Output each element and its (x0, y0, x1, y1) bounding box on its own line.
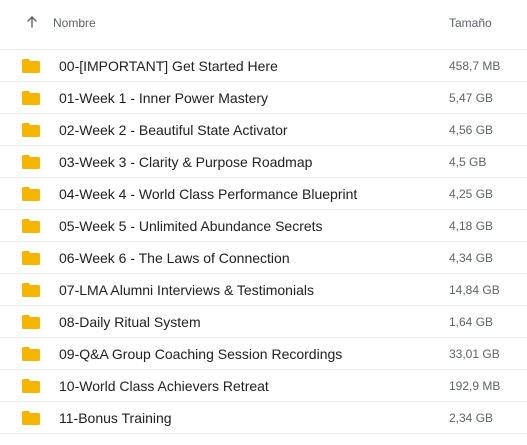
folder-icon (22, 411, 40, 425)
file-name[interactable]: 04-Week 4 - World Class Performance Blue… (59, 186, 357, 202)
file-size: 4,25 GB (449, 187, 494, 201)
file-size: 458,7 MB (449, 59, 501, 73)
folder-icon (22, 251, 40, 265)
file-size: 192,9 MB (449, 379, 501, 393)
table-row[interactable]: 01-Week 1 - Inner Power Mastery 5,47 GB (0, 82, 527, 114)
table-row[interactable]: 05-Week 5 - Unlimited Abundance Secrets 4… (0, 210, 527, 242)
table-row[interactable]: 09-Q&A Group Coaching Session Recordings… (0, 338, 527, 370)
table-row[interactable]: 04-Week 4 - World Class Performance Blue… (0, 178, 527, 210)
folder-icon (22, 155, 40, 169)
file-name[interactable]: 05-Week 5 - Unlimited Abundance Secrets (59, 218, 323, 234)
table-row[interactable]: 02-Week 2 - Beautiful State Activator 4,5… (0, 114, 527, 146)
table-row[interactable]: 06-Week 6 - The Laws of Connection 4,34 G… (0, 242, 527, 274)
file-name[interactable]: 10-World Class Achievers Retreat (59, 378, 269, 394)
file-size: 1,64 GB (449, 315, 494, 329)
file-name[interactable]: 09-Q&A Group Coaching Session Recordings (59, 346, 342, 362)
file-rows: 00-[IMPORTANT] Get Started Here 458,7 MB 0… (0, 50, 527, 434)
folder-icon (22, 379, 40, 393)
file-name[interactable]: 11-Bonus Training (59, 410, 172, 426)
list-header: Nombre Tamaño (0, 0, 527, 50)
file-list: Nombre Tamaño 00-[IMPORTANT] Get Started… (0, 0, 527, 445)
file-name[interactable]: 06-Week 6 - The Laws of Connection (59, 250, 290, 266)
column-header-size[interactable]: Tamaño (449, 16, 492, 30)
table-row[interactable]: 00-[IMPORTANT] Get Started Here 458,7 MB (0, 50, 527, 82)
file-name[interactable]: 03-Week 3 - Clarity & Purpose Roadmap (59, 154, 312, 170)
file-size: 4,5 GB (449, 155, 487, 169)
file-size: 4,56 GB (449, 123, 494, 137)
file-size: 4,18 GB (449, 219, 494, 233)
folder-icon (22, 91, 40, 105)
table-row[interactable]: 03-Week 3 - Clarity & Purpose Roadmap 4,5… (0, 146, 527, 178)
file-size: 5,47 GB (449, 91, 494, 105)
table-row[interactable]: 07-LMA Alumni Interviews & Testimonials 1… (0, 274, 527, 306)
arrow-up-icon[interactable] (24, 14, 40, 30)
file-size: 2,34 GB (449, 411, 494, 425)
folder-icon (22, 315, 40, 329)
file-name[interactable]: 07-LMA Alumni Interviews & Testimonials (59, 282, 314, 298)
file-size: 4,34 GB (449, 251, 494, 265)
file-name[interactable]: 01-Week 1 - Inner Power Mastery (59, 90, 268, 106)
file-name[interactable]: 02-Week 2 - Beautiful State Activator (59, 122, 288, 138)
folder-icon (22, 283, 40, 297)
folder-icon (22, 123, 40, 137)
file-size: 33,01 GB (449, 347, 500, 361)
folder-icon (22, 347, 40, 361)
table-row[interactable]: 10-World Class Achievers Retreat 192,9 MB (0, 370, 527, 402)
table-row[interactable]: 11-Bonus Training 2,34 GB (0, 402, 527, 434)
folder-icon (22, 187, 40, 201)
folder-icon (22, 59, 40, 73)
folder-icon (22, 219, 40, 233)
column-header-name[interactable]: Nombre (53, 16, 96, 30)
table-row[interactable]: 08-Daily Ritual System 1,64 GB (0, 306, 527, 338)
file-name[interactable]: 08-Daily Ritual System (59, 314, 201, 330)
file-size: 14,84 GB (449, 283, 500, 297)
file-name[interactable]: 00-[IMPORTANT] Get Started Here (59, 58, 278, 74)
